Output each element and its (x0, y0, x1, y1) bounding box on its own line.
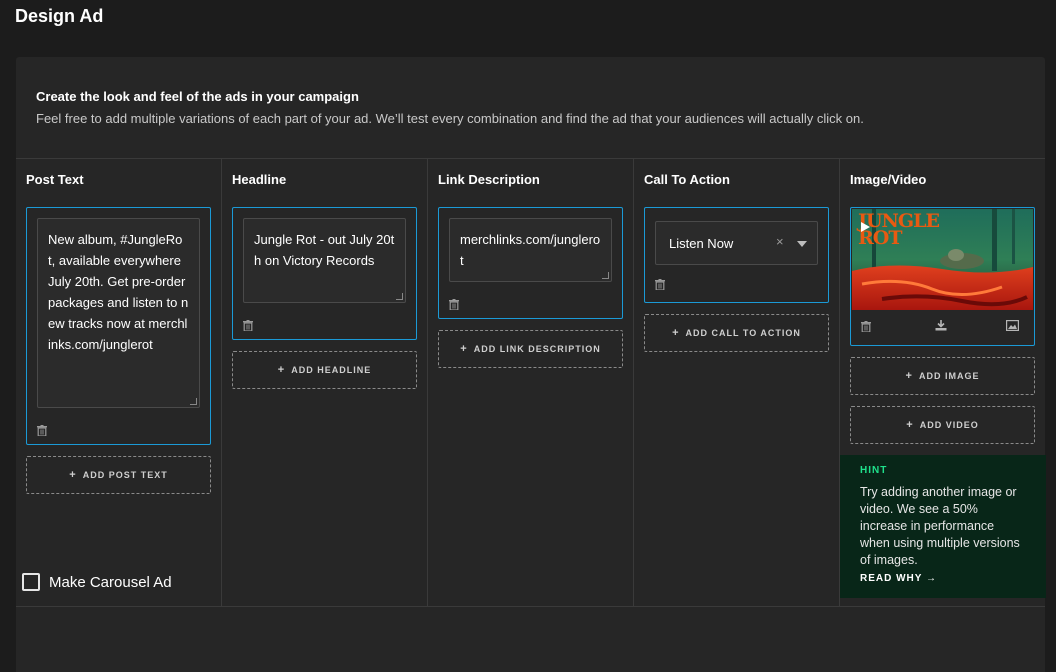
resize-handle[interactable] (190, 398, 197, 405)
hint-label: HINT (860, 465, 888, 476)
hint-text: Try adding another image or video. We se… (860, 485, 1020, 567)
add-link-description-label: ADD LINK DESCRIPTION (473, 344, 601, 354)
add-image-label: ADD IMAGE (918, 371, 980, 381)
page-title: Design Ad (15, 6, 104, 26)
trash-icon[interactable] (655, 279, 665, 290)
plus-icon: + (460, 343, 468, 355)
post-text-column: Post Text New album, #JungleRot, availab… (16, 159, 222, 607)
call-to-action-selected: Listen Now (669, 236, 734, 251)
link-description-input[interactable]: merchlinks.com/junglerot (449, 218, 612, 282)
post-text-value: New album, #JungleRot, available everywh… (48, 232, 189, 352)
headline-card: Jungle Rot - out July 20th on Victory Re… (232, 207, 417, 340)
headline-value: Jungle Rot - out July 20th on Victory Re… (254, 232, 395, 268)
call-to-action-title: Call To Action (644, 172, 730, 187)
plus-icon: + (69, 469, 77, 481)
image-icon[interactable] (1006, 320, 1019, 331)
resize-handle[interactable] (396, 293, 403, 300)
plus-icon: + (906, 419, 914, 431)
post-text-input[interactable]: New album, #JungleRot, available everywh… (37, 218, 200, 408)
add-post-text-button[interactable]: + ADD POST TEXT (26, 456, 211, 494)
carousel-option[interactable]: Make Carousel Ad (22, 573, 172, 591)
plus-icon: + (905, 370, 913, 382)
download-icon[interactable] (935, 320, 947, 331)
read-why-link[interactable]: READ WHY → (860, 573, 1026, 584)
make-carousel-checkbox[interactable] (22, 573, 40, 591)
call-to-action-select[interactable]: Listen Now × (655, 221, 818, 265)
intro-title: Create the look and feel of the ads in y… (36, 89, 359, 104)
media-card: JUNGLE ROT (850, 207, 1035, 346)
intro: Create the look and feel of the ads in y… (36, 89, 864, 126)
link-description-title: Link Description (438, 172, 540, 187)
hint-box: HINT Try adding another image or video. … (840, 455, 1046, 598)
image-video-column: Image/Video JUNGLE ROT + ADD IMAGE + ADD… (840, 159, 1046, 607)
post-text-title: Post Text (26, 172, 84, 187)
resize-handle[interactable] (602, 272, 609, 279)
headline-title: Headline (232, 172, 287, 187)
add-image-button[interactable]: + ADD IMAGE (850, 357, 1035, 395)
media-thumbnail[interactable]: JUNGLE ROT (852, 209, 1033, 310)
link-description-value: merchlinks.com/junglerot (460, 232, 601, 268)
trash-icon[interactable] (243, 320, 253, 331)
headline-column: Headline Jungle Rot - out July 20th on V… (222, 159, 428, 607)
play-icon[interactable] (861, 222, 870, 232)
plus-icon: + (672, 327, 680, 339)
call-to-action-card: Listen Now × (644, 207, 829, 303)
image-video-title: Image/Video (850, 172, 927, 187)
add-post-text-label: ADD POST TEXT (82, 470, 168, 480)
call-to-action-column: Call To Action Listen Now × + ADD CALL T… (634, 159, 840, 607)
post-text-card: New album, #JungleRot, available everywh… (26, 207, 211, 445)
clear-icon[interactable]: × (776, 234, 784, 249)
link-description-column: Link Description merchlinks.com/junglero… (428, 159, 634, 607)
plus-icon: + (277, 364, 286, 376)
add-headline-button[interactable]: + ADD HEADLINE (232, 351, 417, 389)
trash-icon[interactable] (449, 299, 459, 310)
add-headline-label: ADD HEADLINE (291, 365, 372, 375)
make-carousel-label: Make Carousel Ad (49, 573, 172, 591)
add-video-label: ADD VIDEO (919, 420, 979, 430)
add-call-to-action-button[interactable]: + ADD CALL TO ACTION (644, 314, 829, 352)
trash-icon[interactable] (37, 425, 47, 436)
add-video-button[interactable]: + ADD VIDEO (850, 406, 1035, 444)
intro-text: Feel free to add multiple variations of … (36, 111, 864, 126)
chevron-down-icon[interactable] (797, 241, 807, 247)
add-call-to-action-label: ADD CALL TO ACTION (685, 328, 801, 338)
trash-icon[interactable] (861, 321, 871, 332)
add-link-description-button[interactable]: + ADD LINK DESCRIPTION (438, 330, 623, 368)
ad-parts-columns: Post Text New album, #JungleRot, availab… (16, 158, 1046, 607)
link-description-card: merchlinks.com/junglerot (438, 207, 623, 319)
headline-input[interactable]: Jungle Rot - out July 20th on Victory Re… (243, 218, 406, 303)
